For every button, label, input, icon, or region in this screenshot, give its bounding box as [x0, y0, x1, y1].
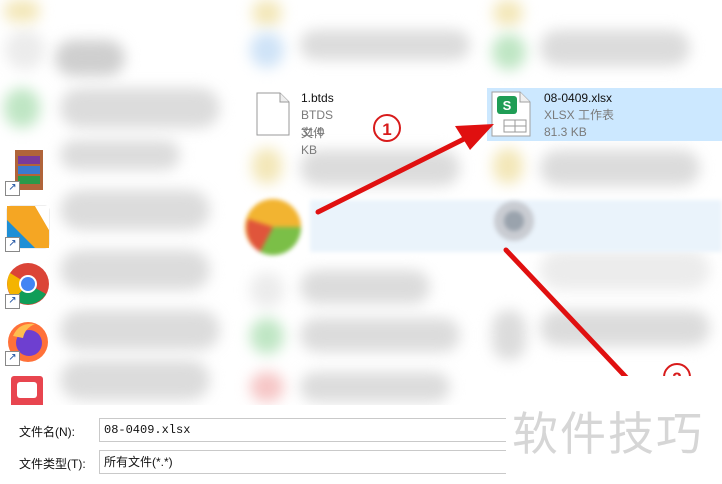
arrow-1	[315, 133, 473, 215]
arrow-2	[503, 247, 643, 395]
watermark-text: 软件技巧	[512, 407, 704, 461]
annotation-marker-1: 1	[373, 114, 401, 142]
filetype-label: 文件类型(T):	[19, 457, 86, 471]
filename-input[interactable]: 08-0409.xlsx	[99, 418, 519, 442]
filename-label: 文件名(N):	[19, 425, 75, 439]
arrow-1-head	[455, 124, 494, 150]
filetype-select[interactable]: 所有文件(*.*)	[99, 450, 519, 474]
